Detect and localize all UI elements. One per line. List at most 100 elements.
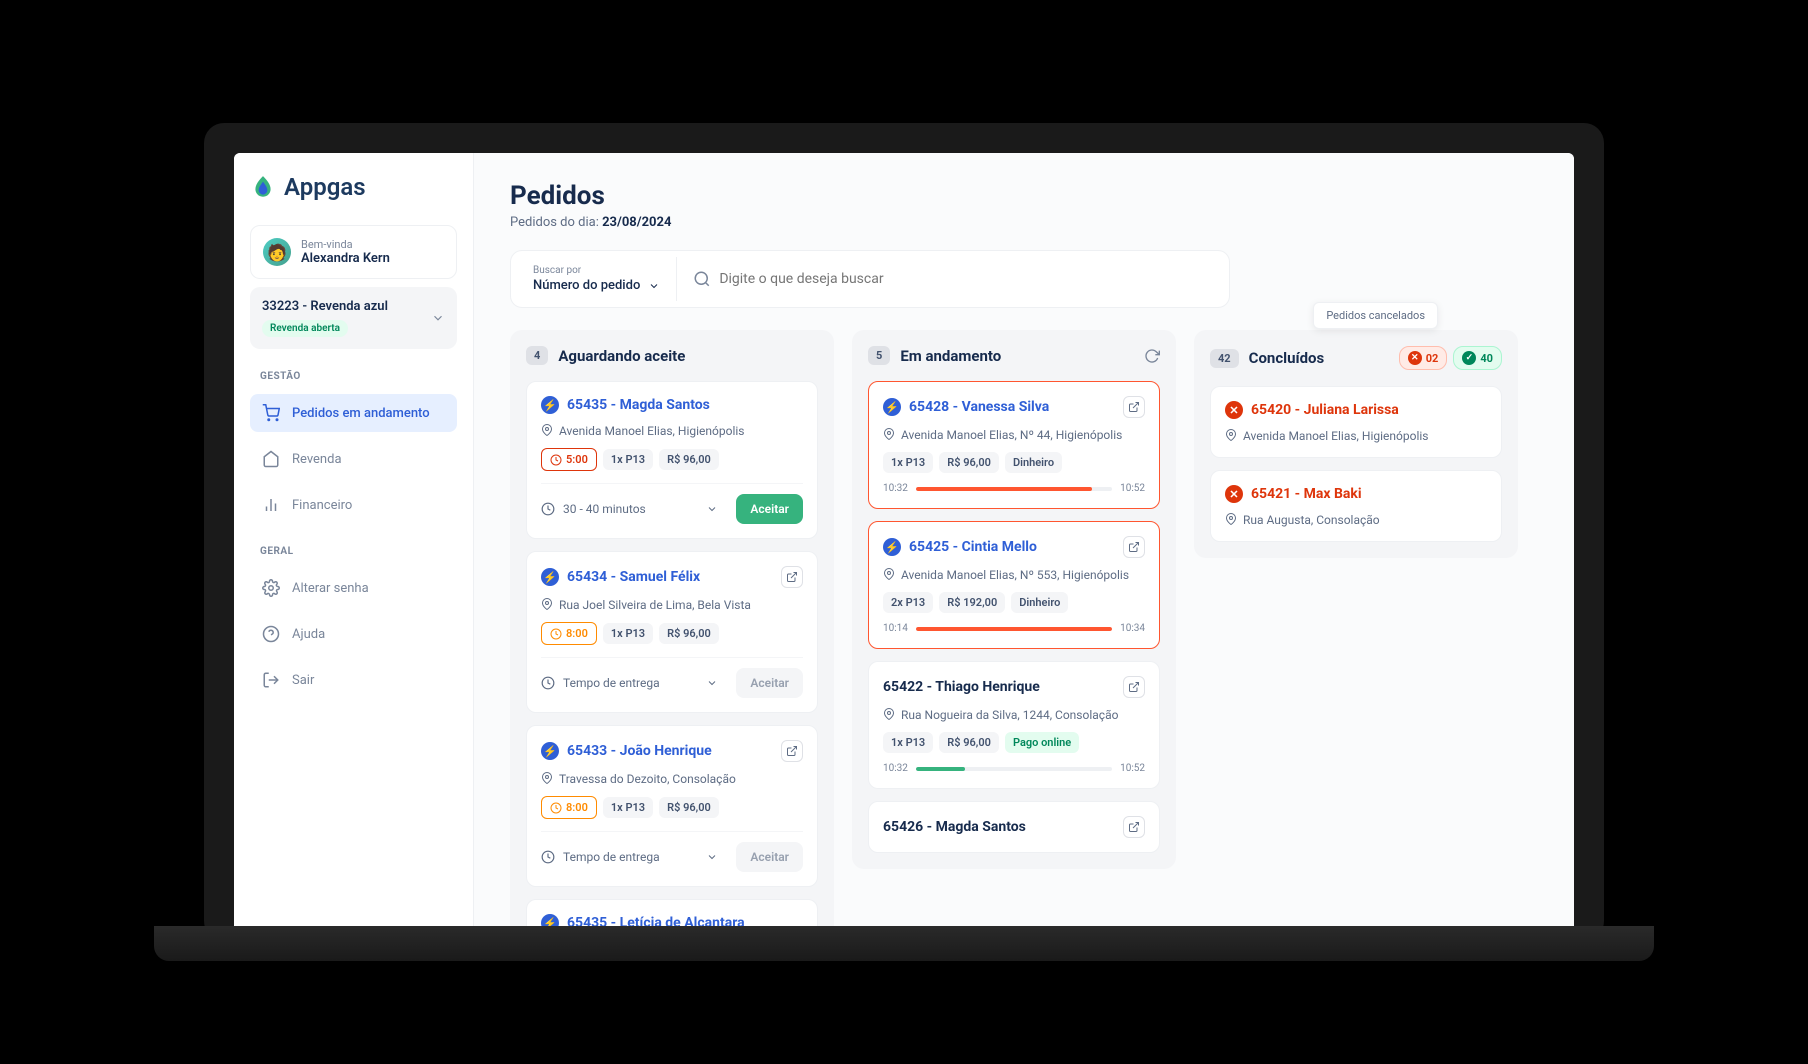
check-icon: ✓	[1462, 351, 1476, 365]
order-card[interactable]: ✕ 65421 - Max Baki Rua Augusta, Consolaç…	[1210, 470, 1502, 542]
card-title: ⚡ 65428 - Vanessa Silva	[883, 398, 1049, 416]
user-name: Alexandra Kern	[301, 251, 390, 266]
logout-icon	[262, 671, 280, 689]
search-input[interactable]	[719, 271, 1207, 287]
qty-tag: 1x P13	[603, 623, 653, 644]
bolt-icon: ⚡	[541, 568, 559, 586]
nav-resale[interactable]: Revenda	[250, 440, 457, 478]
laptop-base	[154, 926, 1654, 961]
progress-row: 10:32 10:52	[883, 763, 1145, 774]
x-icon: ✕	[1408, 351, 1422, 365]
card-address: Rua Joel Silveira de Lima, Bela Vista	[541, 598, 803, 612]
time-tag: 8:00	[541, 622, 597, 645]
chevron-down-icon	[706, 677, 718, 689]
qty-tag: 1x P13	[883, 452, 933, 473]
brand-name: Appgas	[284, 173, 366, 201]
gear-icon	[262, 579, 280, 597]
order-card[interactable]: ⚡ 65428 - Vanessa Silva Avenida Manoel E…	[868, 381, 1160, 509]
qty-tag: 1x P13	[603, 449, 653, 470]
accept-button[interactable]: Aceitar	[736, 494, 803, 524]
chart-icon	[262, 496, 280, 514]
progress-bar	[916, 487, 1112, 491]
store-icon	[262, 450, 280, 468]
chevron-down-icon	[648, 280, 660, 292]
section-management: GESTÃO	[250, 367, 457, 386]
cart-icon	[262, 404, 280, 422]
open-icon[interactable]	[1123, 676, 1145, 698]
order-card[interactable]: ⚡ 65425 - Cintia Mello Avenida Manoel El…	[868, 521, 1160, 649]
x-icon: ✕	[1225, 485, 1243, 503]
order-card[interactable]: 65422 - Thiago Henrique Rua Nogueira da …	[868, 661, 1160, 789]
nav-finance[interactable]: Financeiro	[250, 486, 457, 524]
nav-logout-label: Sair	[292, 673, 314, 688]
pin-icon	[883, 428, 895, 440]
brand-logo: Appgas	[250, 173, 457, 201]
page-title: Pedidos	[510, 181, 1538, 211]
cancelled-badge[interactable]: ✕ 02	[1399, 346, 1448, 370]
pin-icon	[883, 568, 895, 580]
order-card[interactable]: ✕ 65420 - Juliana Larissa Avenida Manoel…	[1210, 386, 1502, 458]
card-title: ⚡ 65434 - Samuel Félix	[541, 568, 700, 586]
search-type-dropdown[interactable]: Buscar por Número do pedido	[517, 257, 677, 301]
kanban-board: Pedidos cancelados 4 Aguardando aceite ⚡…	[510, 330, 1538, 933]
store-status-badge: Revenda aberta	[262, 320, 348, 337]
search-bar: Buscar por Número do pedido	[510, 250, 1230, 308]
search-label: Buscar por	[533, 265, 660, 276]
open-icon[interactable]	[1123, 816, 1145, 838]
card-title: ✕ 65420 - Juliana Larissa	[1225, 401, 1399, 419]
delivery-select[interactable]: 30 - 40 minutos	[541, 502, 726, 516]
card-address: Avenida Manoel Elias, Nº 553, Higienópol…	[883, 568, 1145, 582]
clock-icon	[550, 454, 562, 466]
count-badge: 4	[526, 346, 548, 365]
time-tag: 5:00	[541, 448, 597, 471]
column-progress: 5 Em andamento ⚡ 65428 - Vanessa Silva	[852, 330, 1176, 869]
open-icon[interactable]	[1123, 536, 1145, 558]
bolt-icon: ⚡	[883, 398, 901, 416]
pin-icon	[1225, 513, 1237, 525]
sidebar: Appgas 🧑 Bem-vinda Alexandra Kern 33223 …	[234, 153, 474, 933]
open-icon[interactable]	[781, 740, 803, 762]
delivery-select[interactable]: Tempo de entrega	[541, 850, 726, 864]
section-general: GERAL	[250, 542, 457, 561]
store-name: 33223 - Revenda azul	[262, 299, 388, 314]
order-card[interactable]: ⚡ 65433 - João Henrique Travessa do Dezo…	[526, 725, 818, 887]
qty-tag: 2x P13	[883, 592, 933, 613]
order-card[interactable]: ⚡ 65435 - Magda Santos Avenida Manoel El…	[526, 381, 818, 539]
accept-button[interactable]: Aceitar	[736, 842, 803, 872]
pin-icon	[541, 598, 553, 610]
completed-badge[interactable]: ✓ 40	[1453, 346, 1502, 370]
card-address: Travessa do Dezoito, Consolação	[541, 772, 803, 786]
delivery-select[interactable]: Tempo de entrega	[541, 676, 726, 690]
card-address: Avenida Manoel Elias, Higienópolis	[541, 424, 803, 438]
nav-orders[interactable]: Pedidos em andamento	[250, 394, 457, 432]
open-icon[interactable]	[781, 566, 803, 588]
user-card[interactable]: 🧑 Bem-vinda Alexandra Kern	[250, 225, 457, 279]
order-card[interactable]: ⚡ 65434 - Samuel Félix Rua Joel Silveira…	[526, 551, 818, 713]
payment-tag: Pago online	[1005, 732, 1079, 753]
bolt-icon: ⚡	[541, 396, 559, 414]
card-address: Rua Nogueira da Silva, 1244, Consolação	[883, 708, 1145, 722]
card-address: Avenida Manoel Elias, Higienópolis	[1225, 429, 1487, 443]
price-tag: R$ 96,00	[659, 623, 719, 644]
page-subtitle: Pedidos do dia: 23/08/2024	[510, 215, 1538, 230]
nav-resale-label: Revenda	[292, 452, 342, 467]
nav-help[interactable]: Ajuda	[250, 615, 457, 653]
x-icon: ✕	[1225, 401, 1243, 419]
store-selector[interactable]: 33223 - Revenda azul Revenda aberta	[250, 287, 457, 349]
accept-button[interactable]: Aceitar	[736, 668, 803, 698]
column-awaiting: 4 Aguardando aceite ⚡ 65435 - Magda Sant…	[510, 330, 834, 933]
card-address: Rua Augusta, Consolação	[1225, 513, 1487, 527]
chevron-down-icon	[706, 503, 718, 515]
open-icon[interactable]	[1123, 396, 1145, 418]
nav-help-label: Ajuda	[292, 627, 325, 642]
price-tag: R$ 96,00	[659, 449, 719, 470]
qty-tag: 1x P13	[883, 732, 933, 753]
refresh-icon[interactable]	[1144, 348, 1160, 364]
nav-password[interactable]: Alterar senha	[250, 569, 457, 607]
nav-logout[interactable]: Sair	[250, 661, 457, 699]
order-card[interactable]: 65426 - Magda Santos	[868, 801, 1160, 853]
progress-bar	[916, 767, 1112, 771]
card-title: ✕ 65421 - Max Baki	[1225, 485, 1362, 503]
price-tag: R$ 96,00	[659, 797, 719, 818]
progress-row: 10:14 10:34	[883, 623, 1145, 634]
